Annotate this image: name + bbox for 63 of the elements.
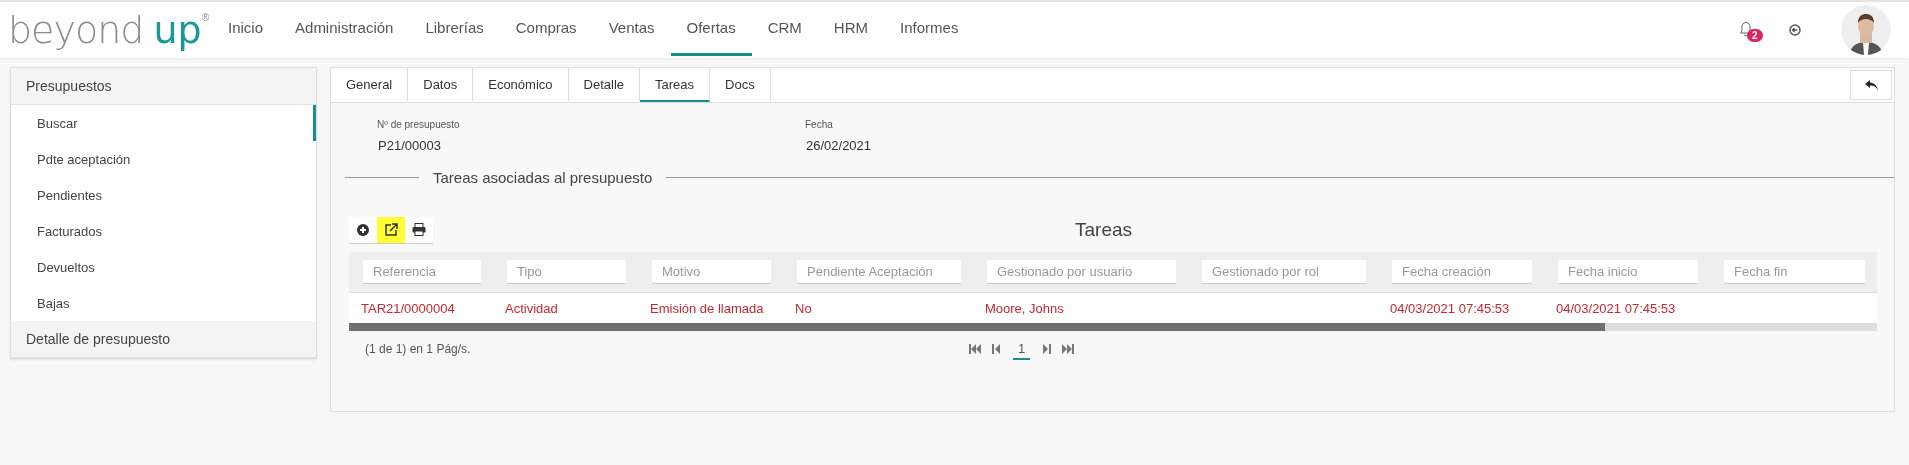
add-button[interactable] <box>349 216 377 243</box>
sidebar-item[interactable]: Pdte aceptación <box>11 141 316 177</box>
notification-badge: 2 <box>1747 29 1763 42</box>
field-label: Nº de presupuesto <box>377 119 461 130</box>
nav-item[interactable]: CRM <box>751 2 818 56</box>
scrollbar-thumb[interactable] <box>349 323 1605 331</box>
filter-field[interactable]: Tipo <box>507 260 626 284</box>
filter-field[interactable]: Motivo <box>652 260 771 284</box>
nav-item[interactable]: Administración <box>279 2 410 56</box>
table-cell-text: No <box>794 300 813 316</box>
bell-icon[interactable] <box>1739 21 1753 37</box>
add-icon <box>357 223 369 236</box>
sidebar-item[interactable]: Devueltos <box>11 249 316 285</box>
previous-page-icon[interactable] <box>991 343 1003 355</box>
nav-item[interactable]: HRM <box>817 2 885 56</box>
print-button[interactable] <box>405 216 433 243</box>
filter-field[interactable]: Fecha inicio <box>1558 260 1698 284</box>
print-icon <box>412 223 426 236</box>
nav-item[interactable]: Ventas <box>592 2 671 56</box>
table-cell-text: 04/03/2021 07:45:53 <box>1555 300 1677 316</box>
nav-item[interactable]: Ofertas <box>670 2 752 56</box>
avatar[interactable] <box>1841 5 1891 55</box>
table-cell-text: Emisión de llamada <box>649 300 765 316</box>
last-page-icon[interactable] <box>1062 343 1075 355</box>
table-cell-text: 04/03/2021 07:45:53 <box>1389 300 1511 316</box>
nav-item[interactable]: Informes <box>884 2 975 56</box>
sidebar-item[interactable]: Pendientes <box>11 177 316 213</box>
filter-field[interactable]: Gestionado por usuario <box>987 260 1176 284</box>
filter-field[interactable]: Fecha fin <box>1724 260 1865 284</box>
reply-arrow-icon <box>1864 79 1878 91</box>
filter-field[interactable]: Referencia <box>363 260 481 284</box>
table-cell-text: Moore, Johns <box>984 300 1065 316</box>
scrollbar[interactable] <box>349 323 1877 331</box>
logo-text: beyond <box>8 10 144 50</box>
registered-mark: ® <box>201 12 210 23</box>
filter-field[interactable]: Gestionado por rol <box>1202 260 1366 284</box>
table-cell-text: Actividad <box>504 300 559 316</box>
field-label: Fecha <box>805 119 834 130</box>
sidebar-header[interactable]: Detalle de presupuesto <box>11 321 316 358</box>
filter-field[interactable]: Fecha creación <box>1392 260 1532 284</box>
external-link-icon <box>384 222 398 237</box>
sidebar-item[interactable]: Buscar <box>11 105 316 141</box>
sidebar-header[interactable]: Presupuestos <box>11 68 316 105</box>
next-page-icon[interactable] <box>1040 343 1053 355</box>
section-title: Tareas asociadas al presupuesto <box>433 169 653 186</box>
back-button[interactable] <box>1850 70 1892 100</box>
table-cell-text: TAR21/0000004 <box>360 300 456 316</box>
sidebar-item[interactable]: Bajas <box>11 285 316 321</box>
filter-field[interactable]: Pendiente Aceptación <box>797 260 961 284</box>
logo-text: up <box>153 10 202 50</box>
first-page-icon[interactable] <box>969 343 981 355</box>
nav-item[interactable]: Inicio <box>212 2 280 56</box>
field-value: P21/00003 <box>378 138 442 153</box>
nav-item[interactable]: Librerías <box>409 2 500 56</box>
export-button[interactable] <box>377 216 405 243</box>
sidebar-item[interactable]: Facturados <box>11 213 316 249</box>
page-summary: (1 de 1) en 1 Pág/s. <box>365 342 472 356</box>
nav-item[interactable]: Compras <box>499 2 593 56</box>
page-number[interactable]: 1 <box>1013 338 1031 360</box>
back-circle-icon[interactable] <box>1789 24 1801 36</box>
field-value: 26/02/2021 <box>806 138 873 153</box>
table-title: Tareas <box>1075 219 1132 241</box>
tab[interactable]: Tareas <box>640 68 711 102</box>
